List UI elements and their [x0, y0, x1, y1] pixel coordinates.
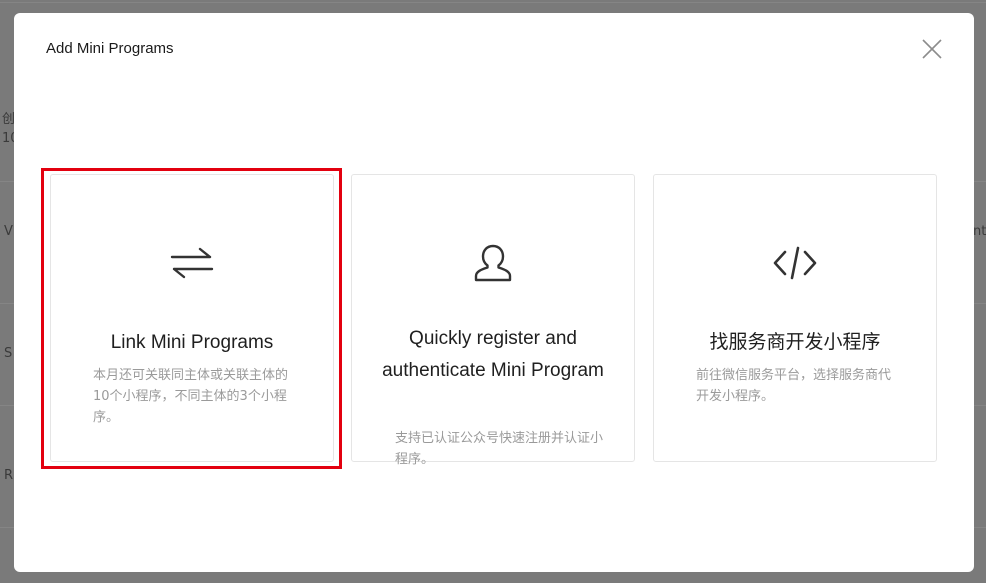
card-description: 本月还可关联同主体或关联主体的10个小程序，不同主体的3个小程序。 — [93, 368, 289, 425]
bg-text-fragment: nt — [973, 224, 986, 239]
close-button[interactable] — [920, 37, 944, 61]
close-icon — [922, 39, 942, 59]
bg-text-fragment: S — [4, 346, 13, 361]
card-description: 支持已认证公众号快速注册并认证小程序。 — [395, 431, 604, 467]
code-icon — [771, 239, 819, 287]
card-description: 前往微信服务平台，选择服务商代开发小程序。 — [696, 368, 892, 404]
find-service-provider-card[interactable]: 找服务商开发小程序 前往微信服务平台，选择服务商代开发小程序。 — [653, 174, 937, 462]
bg-divider — [0, 2, 986, 3]
user-icon — [469, 239, 517, 287]
dialog-title: Add Mini Programs — [46, 40, 174, 57]
swap-arrows-icon — [168, 239, 216, 287]
link-mini-programs-card[interactable]: Link Mini Programs 本月还可关联同主体或关联主体的10个小程序… — [50, 174, 334, 462]
bg-text-fragment: R — [4, 468, 14, 483]
card-title: Quickly register and authenticate Mini P… — [382, 328, 604, 381]
card-title: Link Mini Programs — [110, 332, 274, 353]
quick-register-card[interactable]: Quickly register and authenticate Mini P… — [351, 174, 635, 467]
card-title: 找服务商开发小程序 — [709, 332, 881, 353]
bg-text-fragment: V — [4, 224, 13, 239]
add-mini-programs-dialog: Add Mini Programs Link Mini Programs 本月还… — [14, 13, 974, 572]
